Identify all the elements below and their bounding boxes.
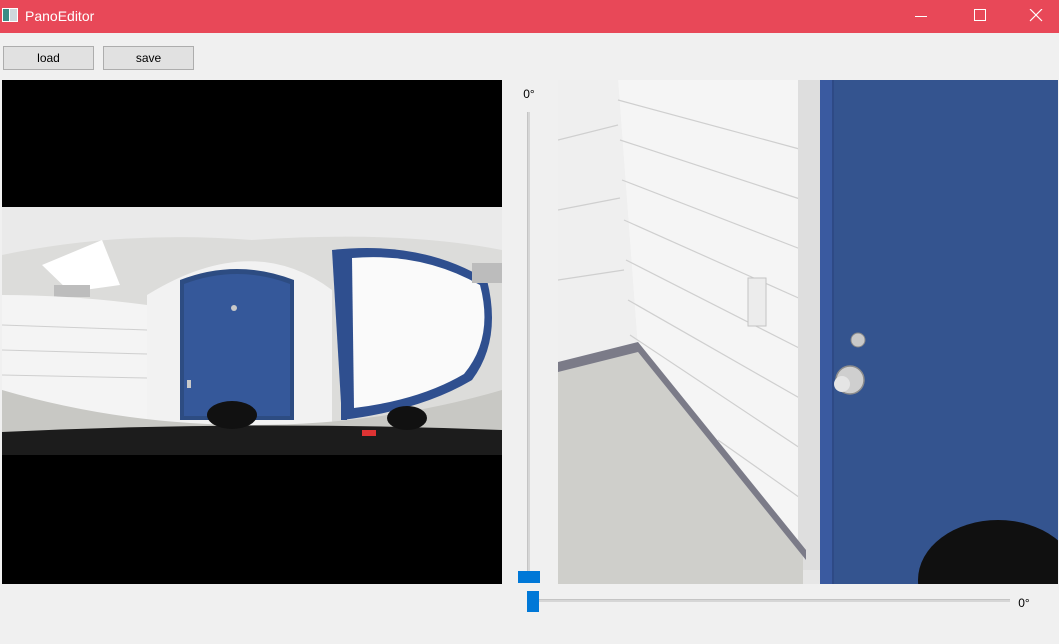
close-icon bbox=[1029, 9, 1043, 22]
perspective-view[interactable] bbox=[558, 80, 1058, 584]
horizontal-slider-track[interactable] bbox=[530, 599, 1010, 602]
perspective-image bbox=[558, 80, 1058, 584]
vertical-slider-track[interactable] bbox=[527, 112, 530, 578]
title-bar: PanoEditor bbox=[0, 0, 1059, 33]
vertical-slider-handle[interactable] bbox=[518, 571, 540, 583]
maximize-icon bbox=[974, 9, 986, 21]
app-icon bbox=[2, 8, 18, 22]
window-title: PanoEditor bbox=[25, 8, 95, 24]
load-button[interactable]: load bbox=[3, 46, 94, 70]
save-button[interactable]: save bbox=[103, 46, 194, 70]
horizontal-slider-value: 0° bbox=[1018, 596, 1030, 610]
vertical-slider-value: 0° bbox=[523, 87, 535, 101]
maximize-button[interactable] bbox=[957, 0, 1003, 33]
panorama-image bbox=[2, 80, 502, 584]
panorama-view[interactable] bbox=[2, 80, 502, 584]
minimize-icon bbox=[915, 16, 927, 17]
close-button[interactable] bbox=[1013, 0, 1059, 33]
horizontal-slider-handle[interactable] bbox=[527, 591, 539, 612]
minimize-button[interactable] bbox=[898, 0, 944, 33]
